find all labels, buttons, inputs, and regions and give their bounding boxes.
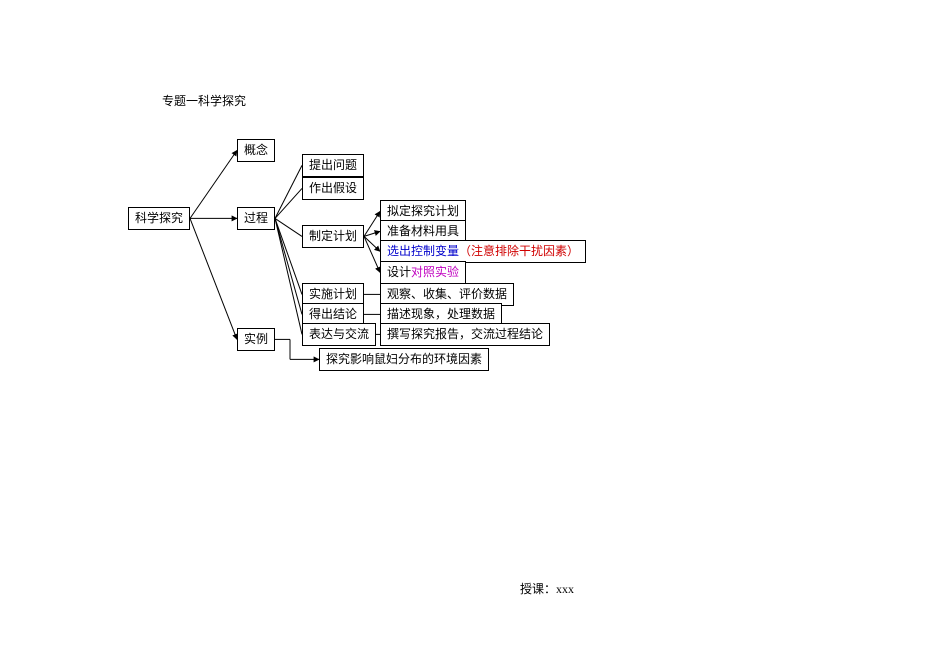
node-step-communicate: 表达与交流: [302, 323, 376, 346]
node-step-plan: 制定计划: [302, 225, 364, 248]
node-communicate-detail: 撰写探究报告，交流过程结论: [380, 323, 550, 346]
node-plan-variable: 选出控制变量（注意排除干扰因素）: [380, 240, 586, 263]
node-example: 实例: [237, 328, 275, 351]
node-process: 过程: [237, 207, 275, 230]
node-concept: 概念: [237, 139, 275, 162]
diagram-title: 专题一科学探究: [162, 92, 246, 109]
node-root: 科学探究: [128, 207, 190, 230]
node-plan-control-exp: 设计对照实验: [380, 261, 466, 284]
node-step-hypothesis: 作出假设: [302, 177, 364, 200]
node-example-detail: 探究影响鼠妇分布的环境因素: [319, 348, 489, 371]
node-step-question: 提出问题: [302, 154, 364, 177]
footer-teacher: 授课：xxx: [520, 580, 574, 597]
